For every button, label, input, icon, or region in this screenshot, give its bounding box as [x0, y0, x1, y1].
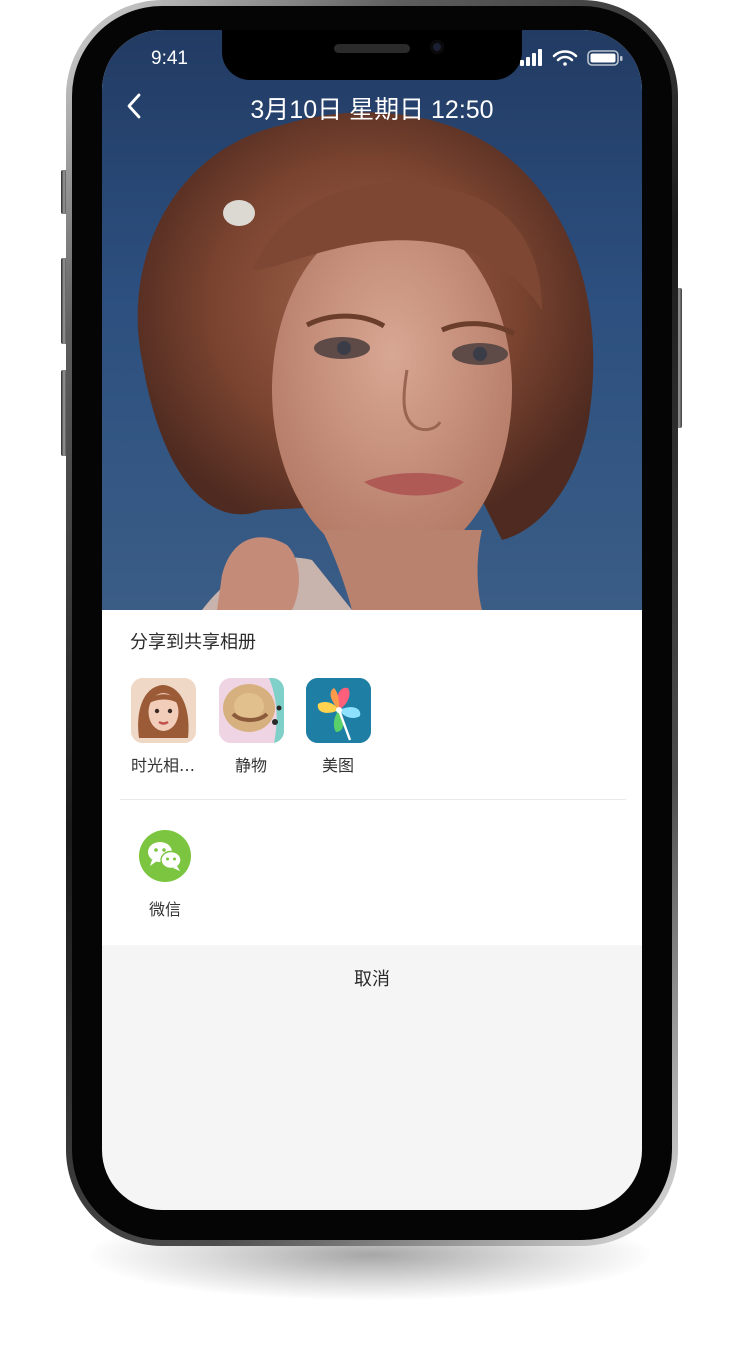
signal-icon	[520, 49, 542, 66]
page-title: 3月10日 星期日 12:50	[250, 96, 494, 124]
album-label: 静物	[234, 756, 267, 775]
wechat-icon	[139, 830, 191, 882]
phone-screen: 9:41 3月10日 星期日 12:50 分享到共享相册 时光相… 静物 美图 …	[102, 30, 642, 1210]
album-item-time[interactable]: 时光相…	[123, 678, 203, 776]
status-time: 9:41	[151, 48, 188, 69]
album-item-still-life[interactable]: 静物	[211, 678, 291, 776]
album-item-meitu[interactable]: 美图	[298, 678, 378, 776]
cancel-button[interactable]: 取消	[102, 945, 642, 1011]
wifi-icon	[552, 50, 578, 66]
battery-icon	[587, 50, 623, 66]
share-app-label: 微信	[148, 900, 181, 919]
share-sheet: 分享到共享相册 时光相… 静物 美图 微信	[102, 610, 642, 945]
straw-hat-thumbnail	[218, 678, 284, 743]
share-section-title: 分享到共享相册	[130, 632, 256, 653]
photo-view[interactable]: 9:41 3月10日 星期日 12:50	[102, 30, 642, 610]
front-camera	[430, 40, 444, 54]
share-app-wechat[interactable]: 微信	[130, 830, 200, 920]
earpiece-speaker	[334, 44, 410, 53]
status-icons	[520, 48, 624, 72]
portrait-thumbnail	[130, 678, 196, 743]
notch	[222, 30, 522, 80]
section-divider	[120, 799, 626, 800]
pinwheel-icon	[305, 678, 371, 743]
album-label: 时光相…	[130, 756, 195, 775]
album-label: 美图	[321, 756, 354, 775]
